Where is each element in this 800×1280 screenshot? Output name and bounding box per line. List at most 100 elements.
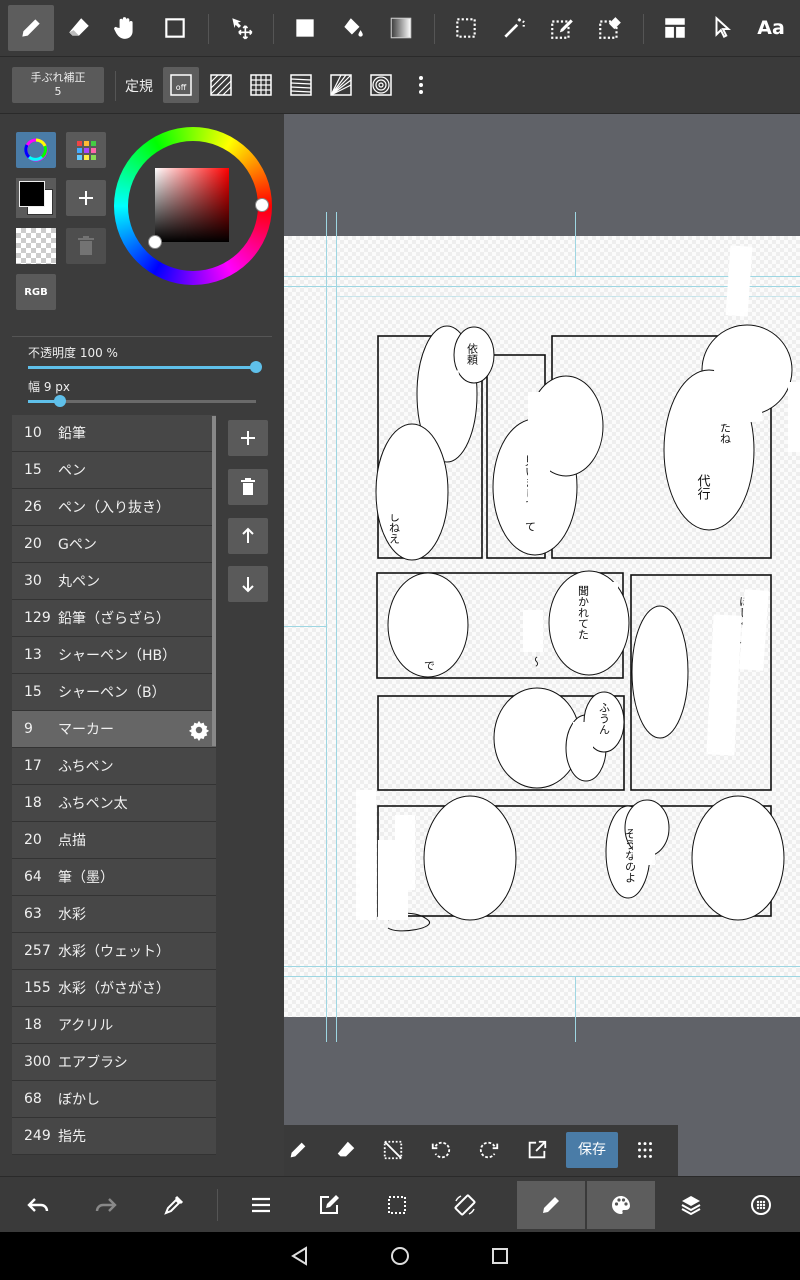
more-options-button[interactable] bbox=[403, 67, 439, 103]
brush-item[interactable]: 17 ふちペン bbox=[12, 748, 216, 785]
selection-button[interactable] bbox=[363, 1181, 431, 1229]
brush-name: エアブラシ bbox=[58, 1055, 128, 1071]
eyedropper-icon bbox=[164, 1195, 184, 1215]
frame-divide-tool-button[interactable] bbox=[652, 5, 698, 51]
move-tool-button[interactable] bbox=[218, 5, 264, 51]
hand-tool-button[interactable] bbox=[102, 5, 148, 51]
brush-item[interactable]: 15 シャーペン（B） bbox=[12, 674, 216, 711]
back-icon[interactable] bbox=[288, 1244, 312, 1268]
rgb-mode-button[interactable]: RGB bbox=[16, 274, 56, 310]
brush-item[interactable]: 18 ふちペン太 bbox=[12, 785, 216, 822]
brush-item[interactable]: 13 シャーペン（HB） bbox=[12, 637, 216, 674]
foreground-color-swatch[interactable] bbox=[19, 181, 45, 207]
sv-handle[interactable] bbox=[148, 235, 162, 249]
opacity-slider[interactable] bbox=[28, 361, 262, 373]
fill-rect-tool-button[interactable] bbox=[282, 5, 328, 51]
delete-color-button[interactable] bbox=[66, 228, 106, 264]
ruler-concentric-button[interactable] bbox=[363, 67, 399, 103]
move-brush-up-button[interactable] bbox=[228, 518, 268, 554]
pen-tool-button[interactable] bbox=[8, 5, 54, 51]
white-patch bbox=[592, 582, 618, 612]
ruler-off-button[interactable]: off bbox=[163, 67, 199, 103]
gradient-tool-button[interactable] bbox=[378, 5, 424, 51]
magic-wand-tool-button[interactable] bbox=[491, 5, 537, 51]
eyedropper-button[interactable] bbox=[140, 1181, 208, 1229]
rotate-canvas-button[interactable] bbox=[431, 1181, 499, 1229]
redo-rotate-button[interactable] bbox=[472, 1133, 506, 1167]
add-color-button[interactable] bbox=[66, 180, 106, 216]
saturation-value-square[interactable] bbox=[155, 168, 229, 242]
palette-tab[interactable] bbox=[66, 132, 106, 168]
white-patch bbox=[523, 712, 545, 777]
ruler-perspective-button[interactable] bbox=[323, 67, 359, 103]
quick-menu-button[interactable] bbox=[628, 1133, 662, 1167]
brush-item[interactable]: 249 指先 bbox=[12, 1118, 216, 1155]
undo-button[interactable] bbox=[4, 1181, 72, 1229]
material-button[interactable] bbox=[727, 1181, 795, 1229]
opacity-slider-fill bbox=[28, 366, 256, 369]
brush-item[interactable]: 9 マーカー bbox=[12, 711, 216, 748]
redo-button[interactable] bbox=[72, 1181, 140, 1229]
brush-name: ペン bbox=[58, 463, 86, 479]
eraser-tool-button[interactable] bbox=[56, 5, 102, 51]
brush-size: 257 bbox=[24, 943, 51, 959]
brush-name: 鉛筆 bbox=[58, 426, 86, 442]
recents-icon[interactable] bbox=[488, 1244, 512, 1268]
color-wheel[interactable] bbox=[114, 127, 272, 285]
brush-name: 水彩（がさがさ） bbox=[58, 981, 170, 997]
home-icon[interactable] bbox=[388, 1244, 412, 1268]
brush-item[interactable]: 10 鉛筆 bbox=[12, 415, 216, 452]
brush-item[interactable]: 63 水彩 bbox=[12, 896, 216, 933]
shape-tool-button[interactable] bbox=[152, 5, 198, 51]
brush-item[interactable]: 20 点描 bbox=[12, 822, 216, 859]
eraser-icon bbox=[69, 18, 89, 36]
transparent-color-swatch[interactable] bbox=[16, 228, 56, 264]
brush-item[interactable]: 26 ペン（入り抜き） bbox=[12, 489, 216, 526]
edit-button[interactable] bbox=[295, 1181, 363, 1229]
pen-icon bbox=[22, 19, 40, 37]
ruler-parallel-button[interactable] bbox=[203, 67, 239, 103]
brush-item[interactable]: 15 ペン bbox=[12, 452, 216, 489]
brush-settings-gear-icon[interactable] bbox=[188, 719, 210, 741]
hue-handle[interactable] bbox=[255, 198, 269, 212]
brush-item[interactable]: 155 水彩（がさがさ） bbox=[12, 970, 216, 1007]
width-slider-thumb[interactable] bbox=[53, 395, 66, 407]
delete-brush-button[interactable] bbox=[228, 469, 268, 505]
menu-button[interactable] bbox=[227, 1181, 295, 1229]
save-button[interactable]: 保存 bbox=[566, 1132, 618, 1168]
brush-item[interactable]: 257 水彩（ウェット） bbox=[12, 933, 216, 970]
brush-list-scrollbar[interactable] bbox=[212, 416, 216, 746]
text-tool-button[interactable]: Aa bbox=[748, 5, 794, 51]
add-brush-button[interactable] bbox=[228, 420, 268, 456]
select-eraser-tool-button[interactable] bbox=[587, 5, 633, 51]
select-pen-tool-button[interactable] bbox=[539, 5, 585, 51]
width-slider[interactable] bbox=[28, 395, 256, 407]
color-swatch[interactable] bbox=[16, 178, 56, 218]
brush-item[interactable]: 18 アクリル bbox=[12, 1007, 216, 1044]
bucket-tool-button[interactable] bbox=[330, 5, 376, 51]
brush-item[interactable]: 20 Gペン bbox=[12, 526, 216, 563]
opacity-slider-thumb[interactable] bbox=[250, 361, 262, 373]
ruler-grid-button[interactable] bbox=[243, 67, 279, 103]
operation-tool-button[interactable] bbox=[700, 5, 746, 51]
brush-item[interactable]: 64 筆（墨） bbox=[12, 859, 216, 896]
select-tool-button[interactable] bbox=[443, 5, 489, 51]
color-wheel-tab[interactable] bbox=[16, 132, 56, 168]
brush-panel-button[interactable] bbox=[517, 1181, 585, 1229]
brush-name: 点描 bbox=[58, 833, 86, 849]
export-button[interactable] bbox=[520, 1133, 554, 1167]
brush-item[interactable]: 68 ぼかし bbox=[12, 1081, 216, 1118]
ruler-horizontal-button[interactable] bbox=[283, 67, 319, 103]
brush-item[interactable]: 300 エアブラシ bbox=[12, 1044, 216, 1081]
ruler-label: 定規 bbox=[125, 79, 153, 95]
deselect-button[interactable] bbox=[376, 1133, 410, 1167]
stabilizer-button[interactable]: 手ぶれ補正 5 bbox=[12, 67, 104, 103]
color-panel-button[interactable] bbox=[587, 1181, 655, 1229]
quick-eraser-button[interactable] bbox=[329, 1133, 363, 1167]
quick-pen-button[interactable] bbox=[281, 1133, 315, 1167]
move-brush-down-button[interactable] bbox=[228, 566, 268, 602]
brush-item[interactable]: 30 丸ペン bbox=[12, 563, 216, 600]
undo-rotate-button[interactable] bbox=[424, 1133, 458, 1167]
layers-button[interactable] bbox=[657, 1181, 725, 1229]
brush-item[interactable]: 129 鉛筆（ざらざら） bbox=[12, 600, 216, 637]
